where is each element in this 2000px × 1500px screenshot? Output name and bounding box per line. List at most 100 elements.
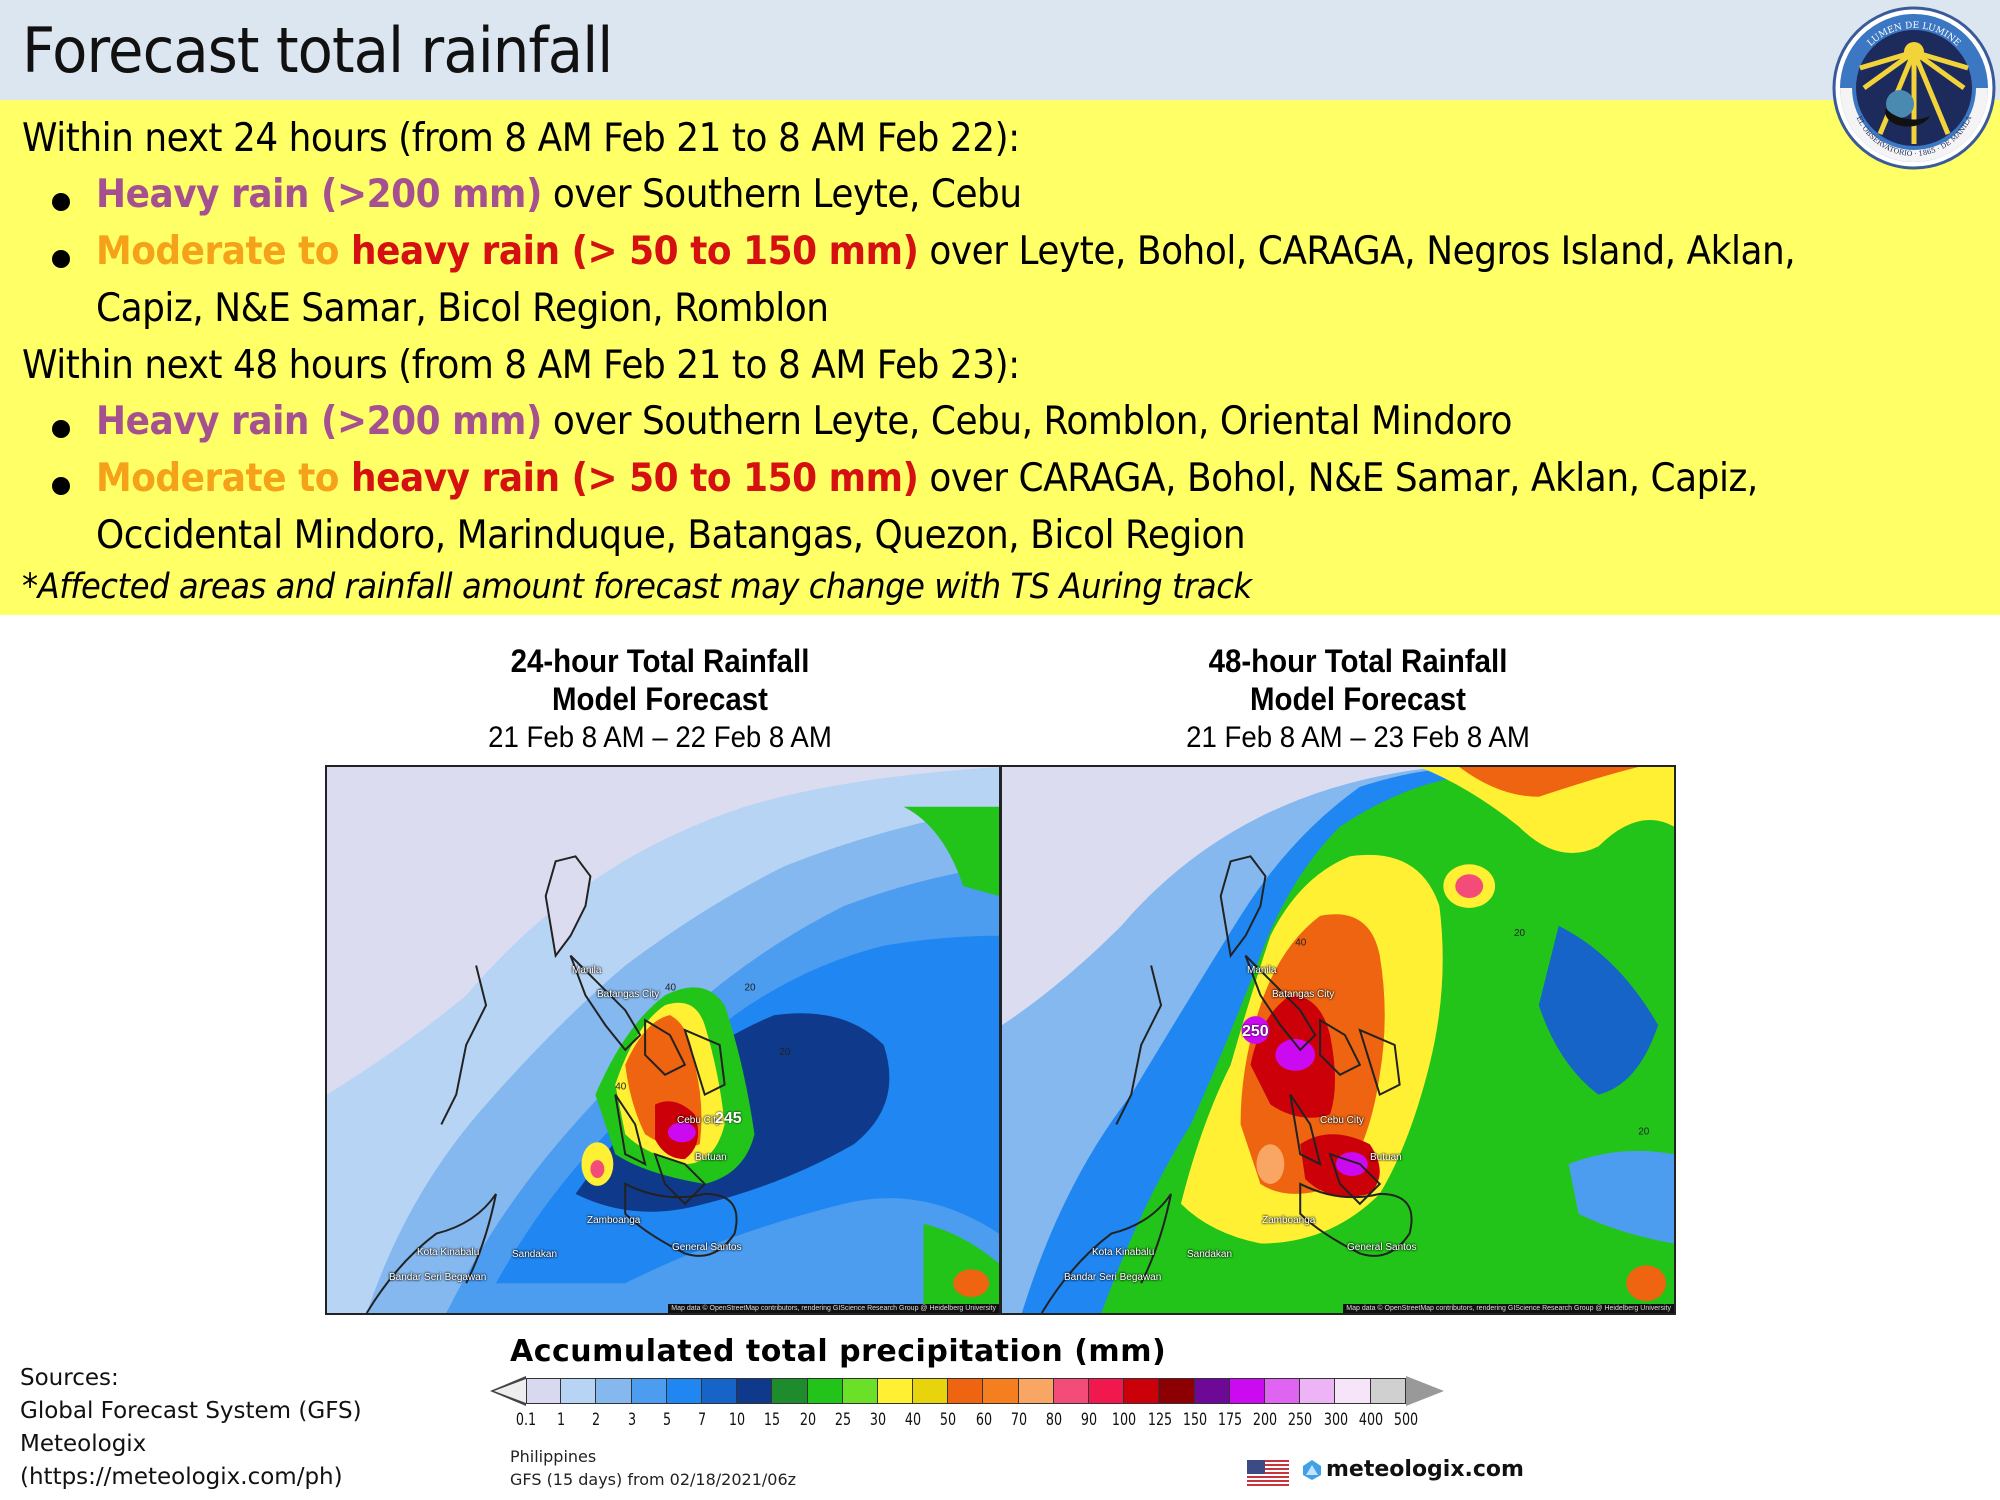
contour-label: 20 [1638, 1126, 1650, 1137]
colorbar-swatch [701, 1378, 738, 1404]
colorbar-tick-label: 250 [1288, 1410, 1313, 1430]
city-label: Batangas City [1272, 989, 1335, 1000]
heavy-rain-label: Heavy rain (>200 mm) [96, 399, 542, 444]
city-label: Manila [572, 965, 602, 976]
colorbar-tick-label: 60 [975, 1410, 992, 1430]
city-label: Sandakan [1187, 1249, 1233, 1260]
list-item-continuation: Occidental Mindoro, Marinduque, Batangas… [96, 513, 1246, 558]
map-title-line1: 48-hour Total Rainfall [1208, 643, 1508, 679]
legend-model-run: GFS (15 days) from 02/18/2021/06z [510, 1470, 797, 1489]
city-label: Zamboanga [587, 1215, 641, 1226]
map-title-line1: 24-hour Total Rainfall [510, 643, 810, 679]
city-label: Butuan [695, 1152, 727, 1163]
peak-value-label: 245 [715, 1110, 742, 1127]
meteologix-logo-icon [1303, 1459, 1321, 1480]
moderate-label: Moderate to [96, 229, 352, 274]
map-title-24h: 24-hour Total Rainfall Model Forecast 21… [410, 642, 910, 758]
colorbar-swatch [842, 1378, 878, 1404]
bullet-icon [52, 477, 70, 495]
map-title-48h: 48-hour Total Rainfall Model Forecast 21… [1108, 642, 1608, 758]
map-title-line2: Model Forecast [1250, 681, 1466, 717]
colorbar-tick-label: 175 [1217, 1410, 1243, 1430]
heavy-rain-label: Heavy rain (>200 mm) [96, 172, 542, 217]
map-attribution: Map data © OpenStreetMap contributors, r… [1343, 1304, 1674, 1313]
heavy-range-label: heavy rain (> 50 to 150 mm) [351, 456, 919, 501]
colorbar-tick-label: 125 [1147, 1410, 1172, 1430]
page-title: Forecast total rainfall [22, 14, 613, 87]
colorbar-tick-label: 30 [869, 1410, 887, 1430]
colorbar-tick-label: 100 [1112, 1410, 1137, 1430]
colorbar-tick-label: 5 [662, 1410, 671, 1430]
city-label: Cebu City [1320, 1115, 1364, 1126]
contour-label: 40 [1295, 938, 1307, 949]
bullet-icon [52, 250, 70, 268]
colorbar-tick-label: 500 [1393, 1410, 1419, 1430]
areas-text: over Leyte, Bohol, CARAGA, Negros Island… [918, 229, 1796, 274]
city-label: General Santos [1347, 1242, 1417, 1253]
city-label: Bandar Seri Begawan [389, 1272, 487, 1283]
colorbar-swatch [983, 1378, 1019, 1404]
colorbar-swatch [1264, 1378, 1301, 1404]
colorbar-tick-label: 90 [1081, 1410, 1098, 1430]
colorbar-swatch [913, 1378, 949, 1404]
city-label: Kota Kinabalu [417, 1247, 480, 1258]
colorbar-tick-label: 25 [834, 1410, 851, 1430]
colorbar-tick-label: 1 [557, 1410, 566, 1430]
map-attribution: Map data © OpenStreetMap contributors, r… [668, 1304, 999, 1313]
colorbar-tick-label: 7 [697, 1410, 707, 1430]
list-item-24h-moderate: Moderate to heavy rain (> 50 to 150 mm) … [96, 229, 1796, 274]
areas-text: over Southern Leyte, Cebu [541, 172, 1022, 217]
city-label: General Santos [672, 1242, 742, 1253]
rainfall-map-48h: 40 20 20 Manila Batangas City 250 Cebu C… [1000, 765, 1676, 1315]
colorbar-swatch [1370, 1378, 1406, 1404]
contour-label: 20 [779, 1047, 791, 1058]
city-label: Sandakan [512, 1249, 558, 1260]
colorbar-tick-label: 2 [592, 1410, 601, 1430]
areas-text: over CARAGA, Bohol, N&E Samar, Aklan, Ca… [918, 456, 1758, 501]
rainfall-map-24h: 40 20 40 20 Manila Batangas City Cebu Ci… [325, 765, 1001, 1315]
colorbar-tick-label: 0.1 [515, 1410, 537, 1430]
colorbar-swatch [666, 1378, 702, 1404]
colorbar-tick-label: 40 [905, 1410, 922, 1430]
map-title-line2: Model Forecast [552, 681, 768, 717]
peak-value-label: 250 [1242, 1023, 1269, 1040]
legend-region: Philippines [510, 1447, 597, 1466]
city-label: Kota Kinabalu [1092, 1247, 1155, 1258]
colorbar-tick-label: 20 [799, 1410, 816, 1430]
bullet-icon [52, 420, 70, 438]
map-period: 21 Feb 8 AM – 22 Feb 8 AM [488, 721, 832, 754]
disclaimer-note: *Affected areas and rainfall amount fore… [22, 567, 1252, 607]
brand-name: meteologix.com [1326, 1457, 1524, 1482]
colorbar-swatch [526, 1378, 562, 1404]
colorbar-tick-label: 3 [627, 1410, 636, 1430]
colorbar-swatch [807, 1378, 843, 1404]
legend-title: Accumulated total precipitation (mm) [510, 1334, 1167, 1369]
source-line: (https://meteologix.com/ph) [20, 1464, 343, 1490]
colorbar-tick-label: 400 [1358, 1410, 1383, 1430]
colorbar-swatch [596, 1378, 632, 1404]
colorbar-swatch [772, 1378, 808, 1404]
colorbar-tick-label: 50 [940, 1410, 957, 1430]
colorbar-swatch [737, 1378, 773, 1404]
colorbar-swatch [948, 1378, 984, 1404]
list-item-continuation: Capiz, N&E Samar, Bicol Region, Romblon [96, 286, 829, 331]
colorbar-swatch [1335, 1378, 1371, 1404]
colorbar-tick-label: 70 [1010, 1410, 1027, 1430]
sources-block: Sources: Global Forecast System (GFS) Me… [20, 1362, 362, 1494]
us-flag-icon [1247, 1460, 1289, 1486]
colorbar-max-arrow [1406, 1376, 1444, 1406]
colorbar-swatch [1053, 1378, 1089, 1404]
colorbar-tick-label: 300 [1323, 1410, 1348, 1430]
sources-label: Sources: [20, 1365, 119, 1391]
list-item-24h-heavy: Heavy rain (>200 mm) over Southern Leyte… [96, 172, 1022, 217]
contour-label: 40 [665, 982, 677, 993]
colorbar-swatch [1159, 1378, 1195, 1404]
city-label: Manila [1247, 965, 1277, 976]
areas-text: over Southern Leyte, Cebu, Romblon, Orie… [541, 399, 1513, 444]
colorbar-swatch [1229, 1378, 1265, 1404]
colorbar-swatch [1194, 1378, 1230, 1404]
meteologix-brand: meteologix.com [1302, 1457, 1524, 1482]
city-label: Zamboanga [1262, 1215, 1316, 1226]
list-item-48h-moderate: Moderate to heavy rain (> 50 to 150 mm) … [96, 456, 1758, 501]
colorbar-swatch [631, 1378, 667, 1404]
